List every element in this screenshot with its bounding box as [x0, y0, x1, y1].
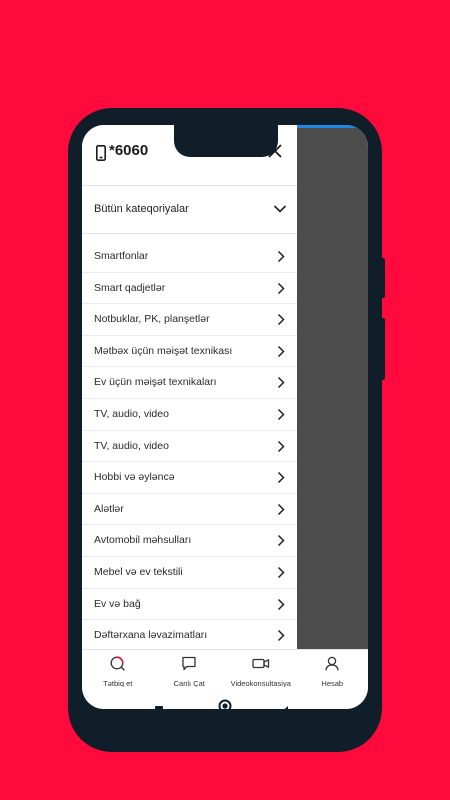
system-navigation-bar: [82, 687, 368, 709]
category-item[interactable]: Alətlər: [82, 494, 297, 526]
chevron-right-icon: [277, 471, 285, 489]
chevron-right-icon: [277, 629, 285, 647]
category-item[interactable]: Avtomobil məhsulları: [82, 525, 297, 557]
system-home-icon[interactable]: [218, 699, 232, 709]
chevron-right-icon: [277, 376, 285, 394]
nav-live-chat[interactable]: Canlı Çat: [154, 650, 226, 688]
phone-screen: *6060 Bütün kateqoriyalar Smartfonlar Sm…: [82, 125, 368, 709]
chat-icon: [181, 656, 197, 676]
category-item[interactable]: Ev üçün məişət texnikaları: [82, 367, 297, 399]
category-item[interactable]: Mebel və ev tekstili: [82, 557, 297, 589]
nav-video-consult[interactable]: Videokonsultasiya: [225, 650, 297, 688]
hotline-number[interactable]: *6060: [109, 142, 148, 159]
category-item[interactable]: TV, audio, video: [82, 399, 297, 431]
account-icon: [324, 656, 340, 676]
chevron-down-icon: [273, 201, 287, 219]
chevron-right-icon: [277, 598, 285, 616]
power-button: [380, 318, 385, 380]
category-label: Hobbi və əyləncə: [94, 471, 175, 484]
camera-notch: [174, 125, 278, 157]
category-item[interactable]: Hobbi və əyləncə: [82, 462, 297, 494]
chevron-right-icon: [277, 534, 285, 552]
category-label: Mebel və ev tekstili: [94, 565, 183, 578]
category-label: Ev və bağ: [94, 597, 141, 610]
drawer-scrim[interactable]: [297, 125, 368, 649]
category-item[interactable]: Smartfonlar: [82, 241, 297, 273]
category-label: TV, audio, video: [94, 407, 169, 420]
category-item[interactable]: Smart qadjetlər: [82, 273, 297, 305]
category-label: Mətbəx üçün məişət texnikası: [94, 344, 233, 357]
category-label: TV, audio, video: [94, 439, 169, 452]
system-recent-icon[interactable]: [278, 701, 288, 709]
system-back-icon[interactable]: [154, 701, 164, 709]
chevron-right-icon: [277, 282, 285, 300]
category-item[interactable]: TV, audio, video: [82, 431, 297, 463]
chevron-right-icon: [277, 503, 285, 521]
chevron-right-icon: [277, 440, 285, 458]
category-list: Smartfonlar Smart qadjetlər Notbuklar, P…: [82, 241, 297, 652]
category-label: Smartfonlar: [94, 250, 149, 262]
chevron-right-icon: [277, 408, 285, 426]
category-item[interactable]: Mətbəx üçün məişət texnikası: [82, 336, 297, 368]
navigation-drawer: *6060 Bütün kateqoriyalar Smartfonlar Sm…: [82, 125, 297, 652]
category-label: Avtomobil məhsulları: [94, 534, 192, 547]
chevron-right-icon: [277, 313, 285, 331]
chevron-right-icon: [277, 250, 285, 268]
category-label: Ev üçün məişət texnikaları: [94, 376, 217, 389]
category-label: Notbuklar, PK, planşetlər: [94, 313, 210, 326]
volume-button: [380, 258, 385, 298]
category-label: Dəftərxana ləvazimatları: [94, 629, 208, 642]
all-categories-label: Bütün kateqoriyalar: [94, 203, 189, 215]
apply-icon: [110, 656, 126, 676]
category-item[interactable]: Notbuklar, PK, planşetlər: [82, 304, 297, 336]
video-icon: [252, 656, 270, 676]
chevron-right-icon: [277, 566, 285, 584]
category-item[interactable]: Dəftərxana ləvazimatları: [82, 620, 297, 652]
nav-account[interactable]: Hesab: [297, 650, 369, 688]
category-label: Smart qadjetlər: [94, 281, 166, 294]
smartphone-icon: [96, 145, 106, 166]
chevron-right-icon: [277, 345, 285, 363]
nav-apply[interactable]: Tətbiq et: [82, 650, 154, 688]
all-categories-toggle[interactable]: Bütün kateqoriyalar: [82, 185, 297, 234]
bottom-navigation: Tətbiq et Canlı Çat Videokonsultasiya He…: [82, 649, 368, 688]
category-label: Alətlər: [94, 502, 124, 515]
category-item[interactable]: Ev və bağ: [82, 589, 297, 621]
